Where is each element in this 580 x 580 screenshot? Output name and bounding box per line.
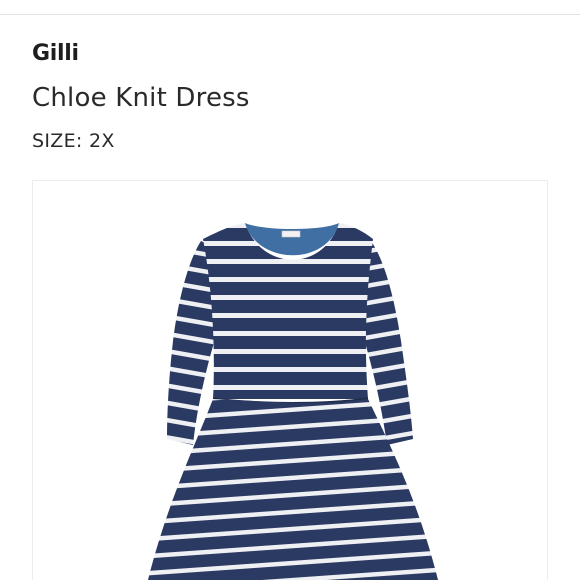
dress-icon xyxy=(148,223,438,580)
product-image[interactable] xyxy=(32,180,548,580)
size-label: SIZE: xyxy=(32,130,83,152)
size-info: SIZE: 2X xyxy=(32,130,115,152)
brand-name[interactable]: Gilli xyxy=(32,41,79,66)
neck-tag xyxy=(281,230,301,238)
size-value: 2X xyxy=(88,130,115,152)
product-page: Gilli Chloe Knit Dress SIZE: 2X xyxy=(0,0,580,580)
product-title: Chloe Knit Dress xyxy=(32,83,250,113)
header-divider xyxy=(0,14,580,15)
